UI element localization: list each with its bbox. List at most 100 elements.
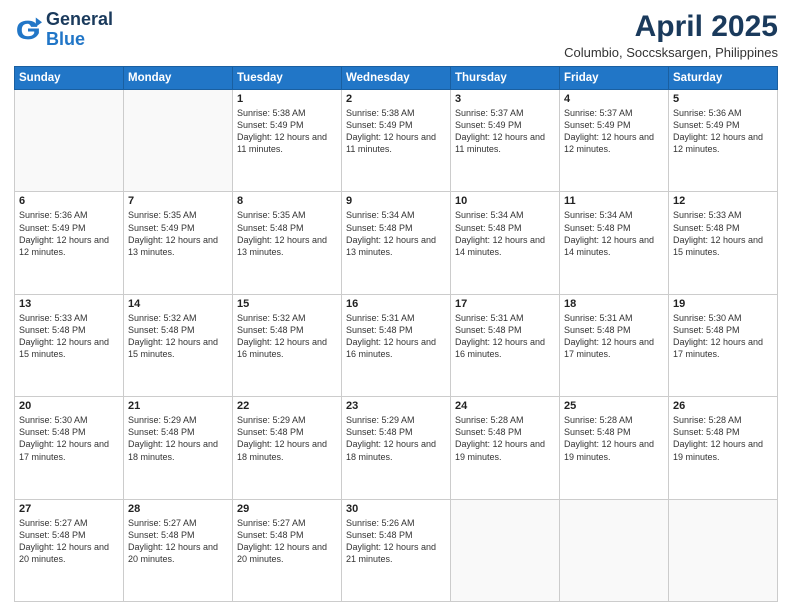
- calendar-cell: 27 Sunrise: 5:27 AM Sunset: 5:48 PM Dayli…: [15, 499, 124, 601]
- title-month: April 2025: [564, 10, 778, 43]
- calendar-cell: 1 Sunrise: 5:38 AM Sunset: 5:49 PM Daylig…: [233, 90, 342, 192]
- calendar-cell: 26Sunrise: 5:28 AM Sunset: 5:48 PM Dayli…: [669, 397, 778, 499]
- day-info: Sunrise: 5:27 AM Sunset: 5:48 PM Dayligh…: [237, 517, 337, 566]
- day-number: 1: [237, 93, 337, 105]
- day-info: Sunrise: 5:28 AM Sunset: 5:48 PM Dayligh…: [564, 414, 664, 463]
- day-number: 18: [564, 298, 664, 310]
- calendar-week-3: 20 Sunrise: 5:30 AM Sunset: 5:48 PM Dayli…: [15, 397, 778, 499]
- day-number: 15: [237, 298, 337, 310]
- calendar-cell: 28Sunrise: 5:27 AM Sunset: 5:48 PM Dayli…: [124, 499, 233, 601]
- day-number: 16: [346, 298, 446, 310]
- header-saturday: Saturday: [669, 67, 778, 90]
- day-number: 20: [19, 400, 119, 412]
- calendar-cell: 10 Sunrise: 5:34 AM Sunset: 5:48 PM Dayli…: [451, 192, 560, 294]
- day-info: Sunrise: 5:30 AM Sunset: 5:48 PM Dayligh…: [673, 312, 773, 361]
- day-info: Sunrise: 5:28 AM Sunset: 5:48 PM Dayligh…: [673, 414, 773, 463]
- day-number: 21: [128, 400, 228, 412]
- day-info: Sunrise: 5:37 AM Sunset: 5:49 PM Dayligh…: [564, 107, 664, 156]
- logo-general: General: [46, 9, 113, 29]
- logo: GeneralBlue: [14, 10, 113, 50]
- day-number: 7: [128, 195, 228, 207]
- calendar-cell: 15Sunrise: 5:32 AM Sunset: 5:48 PM Dayli…: [233, 294, 342, 396]
- header-tuesday: Tuesday: [233, 67, 342, 90]
- day-info: Sunrise: 5:34 AM Sunset: 5:48 PM Dayligh…: [455, 209, 555, 258]
- day-number: 22: [237, 400, 337, 412]
- day-info: Sunrise: 5:38 AM Sunset: 5:49 PM Dayligh…: [346, 107, 446, 156]
- day-number: 2: [346, 93, 446, 105]
- calendar-cell: 22Sunrise: 5:29 AM Sunset: 5:48 PM Dayli…: [233, 397, 342, 499]
- day-number: 9: [346, 195, 446, 207]
- calendar-body: 1 Sunrise: 5:38 AM Sunset: 5:49 PM Daylig…: [15, 90, 778, 602]
- calendar-cell: 11 Sunrise: 5:34 AM Sunset: 5:48 PM Dayli…: [560, 192, 669, 294]
- calendar-cell: 24 Sunrise: 5:28 AM Sunset: 5:48 PM Dayli…: [451, 397, 560, 499]
- weekday-header-row: Sunday Monday Tuesday Wednesday Thursday…: [15, 67, 778, 90]
- calendar-cell: 25 Sunrise: 5:28 AM Sunset: 5:48 PM Dayli…: [560, 397, 669, 499]
- day-info: Sunrise: 5:26 AM Sunset: 5:48 PM Dayligh…: [346, 517, 446, 566]
- day-number: 14: [128, 298, 228, 310]
- day-info: Sunrise: 5:32 AM Sunset: 5:48 PM Dayligh…: [128, 312, 228, 361]
- day-info: Sunrise: 5:35 AM Sunset: 5:49 PM Dayligh…: [128, 209, 228, 258]
- page: GeneralBlue April 2025 Columbio, Soccsks…: [0, 0, 792, 612]
- calendar-cell: 17Sunrise: 5:31 AM Sunset: 5:48 PM Dayli…: [451, 294, 560, 396]
- day-number: 4: [564, 93, 664, 105]
- day-number: 25: [564, 400, 664, 412]
- calendar-header: Sunday Monday Tuesday Wednesday Thursday…: [15, 67, 778, 90]
- day-info: Sunrise: 5:38 AM Sunset: 5:49 PM Dayligh…: [237, 107, 337, 156]
- day-number: 3: [455, 93, 555, 105]
- calendar-cell: 23 Sunrise: 5:29 AM Sunset: 5:48 PM Dayli…: [342, 397, 451, 499]
- logo-icon: [14, 16, 42, 44]
- day-info: Sunrise: 5:30 AM Sunset: 5:48 PM Dayligh…: [19, 414, 119, 463]
- day-number: 19: [673, 298, 773, 310]
- header-wednesday: Wednesday: [342, 67, 451, 90]
- calendar-cell: [124, 90, 233, 192]
- day-info: Sunrise: 5:27 AM Sunset: 5:48 PM Dayligh…: [19, 517, 119, 566]
- calendar-cell: [451, 499, 560, 601]
- header-monday: Monday: [124, 67, 233, 90]
- header-friday: Friday: [560, 67, 669, 90]
- title-location: Columbio, Soccsksargen, Philippines: [564, 45, 778, 60]
- day-number: 5: [673, 93, 773, 105]
- day-info: Sunrise: 5:29 AM Sunset: 5:48 PM Dayligh…: [346, 414, 446, 463]
- day-info: Sunrise: 5:31 AM Sunset: 5:48 PM Dayligh…: [564, 312, 664, 361]
- day-info: Sunrise: 5:34 AM Sunset: 5:48 PM Dayligh…: [564, 209, 664, 258]
- calendar-table: Sunday Monday Tuesday Wednesday Thursday…: [14, 66, 778, 602]
- calendar-week-0: 1 Sunrise: 5:38 AM Sunset: 5:49 PM Daylig…: [15, 90, 778, 192]
- calendar-cell: [560, 499, 669, 601]
- day-number: 24: [455, 400, 555, 412]
- calendar-cell: 12Sunrise: 5:33 AM Sunset: 5:48 PM Dayli…: [669, 192, 778, 294]
- header: GeneralBlue April 2025 Columbio, Soccsks…: [14, 10, 778, 60]
- calendar-cell: 2 Sunrise: 5:38 AM Sunset: 5:49 PM Daylig…: [342, 90, 451, 192]
- title-block: April 2025 Columbio, Soccsksargen, Phili…: [564, 10, 778, 60]
- day-number: 30: [346, 503, 446, 515]
- calendar-cell: 19 Sunrise: 5:30 AM Sunset: 5:48 PM Dayli…: [669, 294, 778, 396]
- calendar-cell: 14 Sunrise: 5:32 AM Sunset: 5:48 PM Dayli…: [124, 294, 233, 396]
- calendar-cell: 16 Sunrise: 5:31 AM Sunset: 5:48 PM Dayli…: [342, 294, 451, 396]
- calendar-cell: 30 Sunrise: 5:26 AM Sunset: 5:48 PM Dayli…: [342, 499, 451, 601]
- day-number: 8: [237, 195, 337, 207]
- calendar-cell: [669, 499, 778, 601]
- day-info: Sunrise: 5:28 AM Sunset: 5:48 PM Dayligh…: [455, 414, 555, 463]
- day-number: 12: [673, 195, 773, 207]
- calendar-cell: 20 Sunrise: 5:30 AM Sunset: 5:48 PM Dayli…: [15, 397, 124, 499]
- day-info: Sunrise: 5:34 AM Sunset: 5:48 PM Dayligh…: [346, 209, 446, 258]
- calendar-cell: 4 Sunrise: 5:37 AM Sunset: 5:49 PM Daylig…: [560, 90, 669, 192]
- day-info: Sunrise: 5:29 AM Sunset: 5:48 PM Dayligh…: [128, 414, 228, 463]
- calendar-week-2: 13Sunrise: 5:33 AM Sunset: 5:48 PM Dayli…: [15, 294, 778, 396]
- day-number: 17: [455, 298, 555, 310]
- day-info: Sunrise: 5:31 AM Sunset: 5:48 PM Dayligh…: [346, 312, 446, 361]
- logo-blue: Blue: [46, 29, 85, 49]
- calendar-cell: 13Sunrise: 5:33 AM Sunset: 5:48 PM Dayli…: [15, 294, 124, 396]
- day-info: Sunrise: 5:27 AM Sunset: 5:48 PM Dayligh…: [128, 517, 228, 566]
- header-thursday: Thursday: [451, 67, 560, 90]
- logo-text: GeneralBlue: [46, 10, 113, 50]
- day-info: Sunrise: 5:36 AM Sunset: 5:49 PM Dayligh…: [19, 209, 119, 258]
- day-number: 10: [455, 195, 555, 207]
- day-info: Sunrise: 5:35 AM Sunset: 5:48 PM Dayligh…: [237, 209, 337, 258]
- day-number: 11: [564, 195, 664, 207]
- day-number: 23: [346, 400, 446, 412]
- calendar-cell: 3Sunrise: 5:37 AM Sunset: 5:49 PM Daylig…: [451, 90, 560, 192]
- calendar-cell: 8 Sunrise: 5:35 AM Sunset: 5:48 PM Daylig…: [233, 192, 342, 294]
- day-info: Sunrise: 5:33 AM Sunset: 5:48 PM Dayligh…: [19, 312, 119, 361]
- calendar-cell: 18 Sunrise: 5:31 AM Sunset: 5:48 PM Dayli…: [560, 294, 669, 396]
- day-number: 27: [19, 503, 119, 515]
